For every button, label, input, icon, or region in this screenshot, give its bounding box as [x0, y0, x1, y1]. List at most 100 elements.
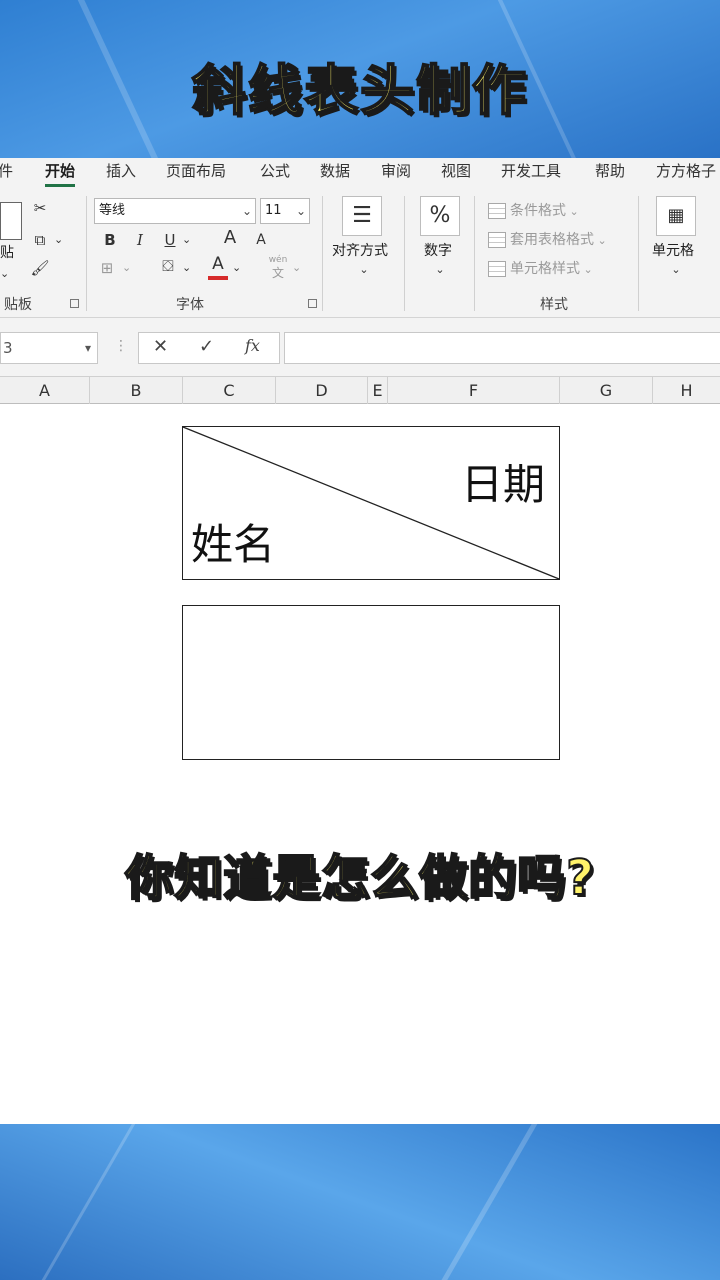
chevron-down-icon: ⌄: [295, 204, 306, 218]
font-name-select[interactable]: 等线 ⌄: [94, 198, 256, 224]
banner-streak: [415, 1124, 550, 1280]
column-header-h[interactable]: H: [653, 377, 720, 404]
tab-page-layout[interactable]: 页面布局: [166, 160, 226, 181]
cell-styles-icon: [488, 261, 506, 277]
separator: [638, 196, 639, 311]
diagonal-header-cell[interactable]: 日期 姓名: [182, 426, 560, 580]
column-header-f[interactable]: F: [388, 377, 560, 404]
separator: [404, 196, 405, 311]
cut-icon[interactable]: ✂: [30, 198, 50, 218]
top-banner: 斜线表头制作: [0, 0, 720, 158]
copy-dropdown-icon[interactable]: ⌄: [54, 230, 63, 250]
formula-input[interactable]: [284, 332, 720, 364]
format-painter-icon[interactable]: 🖌: [30, 258, 50, 278]
format-as-table-label: 套用表格格式: [510, 232, 594, 248]
chevron-down-icon: ⌄: [241, 204, 252, 218]
cell-styles-label: 单元格样式: [510, 261, 580, 277]
cells-icon[interactable]: ▦: [656, 196, 696, 236]
format-as-table-button[interactable]: 套用表格格式 ⌄: [488, 229, 607, 249]
paste-icon[interactable]: [0, 202, 22, 240]
phonetic-bottom[interactable]: 文: [266, 266, 290, 280]
conditional-format-icon: [488, 203, 506, 219]
tab-insert[interactable]: 插入: [106, 160, 136, 181]
separator: [322, 196, 323, 311]
chevron-down-icon: ▾: [84, 341, 91, 355]
column-header-a[interactable]: A: [0, 377, 90, 404]
conditional-format-button[interactable]: 条件格式 ⌄: [488, 200, 579, 220]
bottom-banner: [0, 1124, 720, 1280]
alignment-dropdown-icon[interactable]: ⌄: [354, 260, 374, 280]
tab-formulas[interactable]: 公式: [260, 160, 290, 181]
paste-label[interactable]: 贴: [0, 242, 14, 262]
insert-function-icon[interactable]: fx: [245, 336, 260, 355]
tab-help[interactable]: 帮助: [595, 160, 625, 181]
phonetic-dropdown-icon[interactable]: ⌄: [292, 258, 301, 278]
ribbon: 件 开始 插入 页面布局 公式 数据 审阅 视图 开发工具 帮助 方方格子 贴 …: [0, 158, 720, 318]
column-headers: A B C D E F G H: [0, 376, 720, 404]
cells-label[interactable]: 单元格: [652, 240, 694, 260]
separator: [474, 196, 475, 311]
ribbon-tabs: 件 开始 插入 页面布局 公式 数据 审阅 视图 开发工具 帮助 方方格子: [0, 158, 720, 188]
conditional-format-label: 条件格式: [510, 203, 566, 219]
tab-data[interactable]: 数据: [320, 160, 350, 181]
clipboard-launcher-icon[interactable]: [70, 299, 79, 308]
styles-group-label: 样式: [540, 297, 568, 313]
header-top-right-text: 日期: [460, 460, 545, 509]
name-box-value: 3: [3, 339, 13, 357]
shrink-font-button[interactable]: A: [252, 230, 270, 250]
tab-view[interactable]: 视图: [441, 160, 471, 181]
tab-ffcell[interactable]: 方方格子: [656, 160, 716, 181]
banner-streak: [25, 1124, 138, 1280]
enter-icon[interactable]: ✓: [199, 336, 214, 357]
fill-color-icon[interactable]: ⛋: [156, 256, 180, 276]
number-dropdown-icon[interactable]: ⌄: [430, 260, 450, 280]
italic-button[interactable]: I: [130, 230, 150, 250]
banner-title: 斜线表头制作: [191, 58, 528, 123]
font-color-button[interactable]: A: [208, 254, 228, 274]
separator: [86, 196, 87, 311]
worksheet: 日期 姓名 你知道是怎么做的吗?: [0, 404, 720, 1124]
underline-dropdown-icon[interactable]: ⌄: [182, 230, 191, 250]
caption-question: 你知道是怎么做的吗?: [124, 849, 595, 907]
font-name-value: 等线: [99, 203, 126, 218]
underline-button[interactable]: U: [160, 230, 180, 250]
paste-dropdown-icon[interactable]: ⌄: [0, 264, 9, 284]
chevron-down-icon: ⌄: [594, 234, 607, 247]
alignment-label[interactable]: 对齐方式: [332, 240, 388, 260]
copy-icon[interactable]: ⧉: [28, 230, 52, 250]
fill-color-dropdown-icon[interactable]: ⌄: [182, 258, 191, 278]
font-color-dropdown-icon[interactable]: ⌄: [232, 258, 241, 278]
tab-review[interactable]: 审阅: [381, 160, 411, 181]
column-header-g[interactable]: G: [560, 377, 653, 404]
font-size-value: 11: [265, 203, 282, 218]
cancel-icon[interactable]: ✕: [153, 336, 168, 357]
font-launcher-icon[interactable]: [308, 299, 317, 308]
font-size-select[interactable]: 11 ⌄: [260, 198, 310, 224]
column-header-b[interactable]: B: [90, 377, 183, 404]
border-icon[interactable]: ⊞: [96, 258, 118, 278]
name-box[interactable]: 3 ▾: [0, 332, 98, 364]
cell-styles-button[interactable]: 单元格样式 ⌄: [488, 258, 593, 278]
cells-dropdown-icon[interactable]: ⌄: [666, 260, 686, 280]
column-header-d[interactable]: D: [276, 377, 368, 404]
grow-font-button[interactable]: A: [220, 228, 240, 248]
header-bottom-left-text: 姓名: [191, 520, 276, 569]
number-label[interactable]: 数字: [424, 240, 452, 260]
formula-bar-grip-icon[interactable]: ⋮: [114, 338, 128, 354]
tab-home[interactable]: 开始: [45, 160, 76, 187]
align-icon[interactable]: ☰: [342, 196, 382, 236]
column-header-e[interactable]: E: [368, 377, 388, 404]
tab-file[interactable]: 件: [0, 160, 13, 181]
font-group-label: 字体: [176, 297, 204, 313]
formula-buttons: ✕ ✓ fx: [138, 332, 280, 364]
font-color-bar: [208, 276, 228, 280]
empty-cell[interactable]: [182, 605, 560, 760]
tab-developer[interactable]: 开发工具: [501, 160, 561, 181]
phonetic-top[interactable]: wén: [266, 254, 290, 266]
bold-button[interactable]: B: [100, 230, 120, 250]
number-format-button[interactable]: %: [420, 196, 460, 236]
column-header-c[interactable]: C: [183, 377, 276, 404]
border-dropdown-icon[interactable]: ⌄: [122, 258, 131, 278]
clipboard-group-label: 贴板: [4, 297, 32, 313]
chevron-down-icon: ⌄: [580, 263, 593, 276]
